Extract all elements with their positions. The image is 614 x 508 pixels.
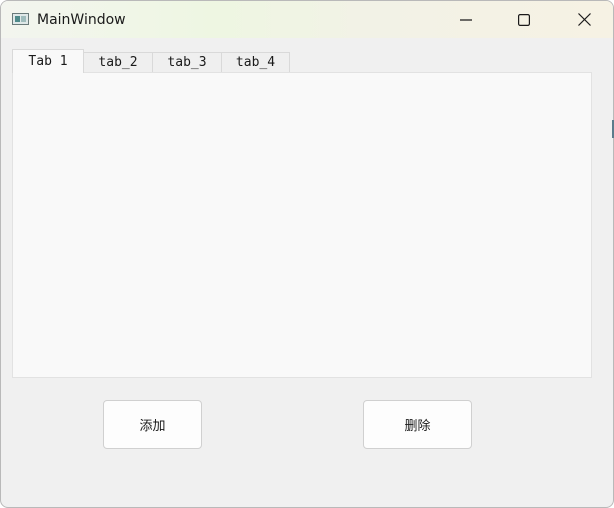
maximize-button[interactable] <box>495 1 553 38</box>
close-button[interactable] <box>555 1 613 38</box>
window-title: MainWindow <box>37 12 126 28</box>
minimize-icon <box>460 18 472 21</box>
delete-button[interactable]: 删除 <box>363 400 472 449</box>
title-bar[interactable]: MainWindow <box>1 1 613 38</box>
add-button[interactable]: 添加 <box>103 400 202 449</box>
main-window: MainWindow Tab 1 tab_2 tab_3 tab_4 添加 删除 <box>0 0 614 508</box>
tab-1[interactable]: Tab 1 <box>12 49 84 73</box>
tab-4[interactable]: tab_4 <box>221 52 290 72</box>
minimize-button[interactable] <box>437 1 495 38</box>
maximize-icon <box>518 13 530 26</box>
tab-3[interactable]: tab_3 <box>152 52 222 72</box>
tab-content-panel <box>12 72 592 378</box>
tab-2[interactable]: tab_2 <box>83 52 153 72</box>
close-icon <box>577 13 591 26</box>
app-window-icon <box>12 13 29 25</box>
